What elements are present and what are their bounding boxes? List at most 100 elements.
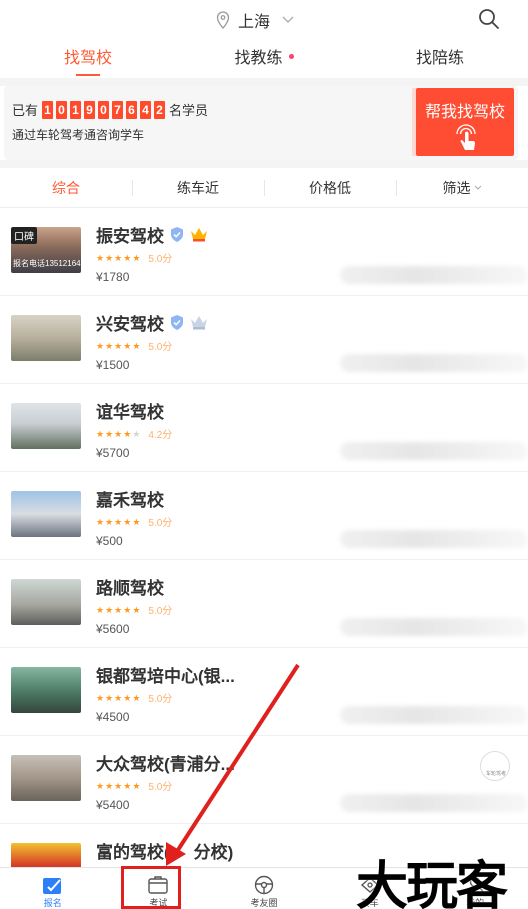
star-icon: ★ <box>123 428 132 439</box>
location-pin-icon <box>216 11 230 29</box>
blurred-info <box>340 794 528 812</box>
school-name: 兴安驾校 <box>96 315 164 334</box>
verified-shield-icon <box>171 227 183 242</box>
star-rating: ★ ★ ★ ★ ★ <box>96 253 140 263</box>
brand-float-logo[interactable]: 车轮驾考 <box>480 751 510 781</box>
star-icon: ★ <box>105 428 114 439</box>
count-digit: 2 <box>154 100 166 119</box>
nav-signup[interactable]: 报名 <box>0 868 106 909</box>
school-price: ¥5600 <box>96 622 130 636</box>
school-list-item[interactable]: 银都驾培中心(银... ★ ★ ★ ★ ★ 5.0分 ¥4500 <box>0 648 528 736</box>
school-list-item[interactable]: 兴安驾校 ★ ★ ★ ★ ★ 5.0分 ¥1500 <box>0 296 528 384</box>
school-photo <box>11 579 81 625</box>
tab-find-sparring[interactable]: 找陪练 <box>352 38 528 78</box>
divider <box>0 160 528 168</box>
school-name: 振安驾校 <box>96 227 164 246</box>
star-icon: ★ <box>114 780 123 791</box>
count-digit: 6 <box>126 100 138 119</box>
school-name-head: 富的驾校( <box>96 843 170 862</box>
rating-score: 5.0分 <box>148 342 173 353</box>
top-bar: 上海 <box>0 0 528 38</box>
count-digit: 1 <box>42 100 54 119</box>
rating-score: 4.2分 <box>148 430 173 441</box>
star-icon: ★ <box>123 604 132 615</box>
star-rating: ★ ★ ★ ★ ★ <box>96 693 140 703</box>
star-icon: ★ <box>114 604 123 615</box>
banner-prefix: 已有 <box>12 103 39 118</box>
school-price: ¥5700 <box>96 446 130 460</box>
rating-score: 5.0分 <box>148 694 173 705</box>
count-digit: 9 <box>84 100 96 119</box>
sort-lowest-price[interactable]: 价格低 <box>264 168 396 207</box>
tab-label: 找陪练 <box>415 50 464 67</box>
star-rating: ★ ★ ★ ★ ★ <box>96 781 140 791</box>
tab-label: 找教练 <box>234 50 283 67</box>
school-photo: 口碑 报名电话13512164243 <box>11 227 81 273</box>
star-icon: ★ <box>132 252 141 263</box>
school-list-item[interactable]: 路顺驾校 ★ ★ ★ ★ ★ 5.0分 ¥5600 <box>0 560 528 648</box>
photo-caption: 报名电话13512164243 <box>13 259 81 268</box>
star-icon: ★ <box>96 604 105 615</box>
star-rating: ★ ★ ★ ★ ★ <box>96 429 140 439</box>
star-icon: ★ <box>105 692 114 703</box>
help-find-school-button[interactable]: 帮我找驾校 <box>416 88 514 156</box>
tab-find-school[interactable]: 找驾校 <box>0 38 176 78</box>
main-tabs: 找驾校 找教练 找陪练 <box>0 38 528 78</box>
school-list-item[interactable]: 大众驾校(青浦分... ★ ★ ★ ★ ★ 5.0分 ¥5400 <box>0 736 528 824</box>
sort-overall[interactable]: 综合 <box>0 168 132 207</box>
school-name: 谊华驾校 <box>96 403 164 422</box>
student-count-digits: 1 0 1 9 0 7 6 4 2 <box>42 100 166 119</box>
star-icon: ★ <box>96 252 105 263</box>
star-icon: ★ <box>132 340 141 351</box>
school-list-item[interactable]: 口碑 报名电话13512164243 振安驾校 ★★★★★ 5.0分 ¥1780 <box>0 208 528 296</box>
filter-dropdown[interactable]: 筛选 <box>396 168 528 207</box>
rating-score: 5.0分 <box>148 606 173 617</box>
school-list: 口碑 报名电话13512164243 振安驾校 ★★★★★ 5.0分 ¥1780… <box>0 208 528 909</box>
star-icon: ★ <box>114 516 123 527</box>
chevron-down-icon <box>282 16 294 23</box>
school-photo <box>11 491 81 537</box>
star-icon: ★ <box>114 428 123 439</box>
chevron-down-icon <box>474 185 481 190</box>
school-name: 银都驾培中心(银... <box>96 667 235 686</box>
school-price: ¥1780 <box>96 270 130 284</box>
star-icon: ★ <box>123 692 132 703</box>
nav-label: 报名 <box>43 898 62 908</box>
star-icon: ★ <box>96 692 105 703</box>
school-list-item[interactable]: 嘉禾驾校 ★ ★ ★ ★ ★ 5.0分 ¥500 <box>0 472 528 560</box>
blurred-info <box>340 530 528 548</box>
star-icon: ★ <box>123 340 132 351</box>
rating-score: 5.0分 <box>148 782 173 793</box>
nav-community[interactable]: 考友圈 <box>211 868 317 909</box>
star-icon: ★ <box>105 780 114 791</box>
student-count-line: 已有 1 0 1 9 0 7 6 4 2 名学员 <box>12 100 208 119</box>
school-list-item[interactable]: 谊华驾校 ★ ★ ★ ★ ★ 4.2分 ¥5700 <box>0 384 528 472</box>
star-icon: ★ <box>105 340 114 351</box>
star-rating: ★ ★ ★ ★ ★ <box>96 341 140 351</box>
school-price: ¥4500 <box>96 710 130 724</box>
star-icon: ★ <box>132 604 141 615</box>
count-digit: 1 <box>70 100 82 119</box>
tab-find-coach[interactable]: 找教练 <box>176 38 352 78</box>
search-icon[interactable] <box>478 8 500 30</box>
school-name: 富的驾校(分校) <box>96 838 233 863</box>
brand-float-logo-text: 车轮驾考 <box>485 771 506 777</box>
star-icon: ★ <box>123 516 132 527</box>
school-price: ¥1500 <box>96 358 130 372</box>
star-icon: ★ <box>132 516 141 527</box>
new-dot-badge <box>288 54 294 59</box>
verified-shield-icon <box>171 315 183 330</box>
divider <box>0 78 528 86</box>
gold-crown-icon <box>191 228 207 242</box>
star-rating: ★ ★ ★ ★ ★ <box>96 517 140 527</box>
sort-nearest[interactable]: 练车近 <box>132 168 264 207</box>
count-digit: 0 <box>56 100 68 119</box>
count-digit: 4 <box>140 100 152 119</box>
star-icon: ★ <box>132 780 141 791</box>
blurred-info <box>340 266 528 284</box>
school-name: 路顺驾校 <box>96 579 164 598</box>
tab-label: 找驾校 <box>63 50 112 67</box>
city-selector[interactable]: 上海 <box>216 8 294 32</box>
star-icon: ★ <box>132 692 141 703</box>
star-icon: ★ <box>96 340 105 351</box>
